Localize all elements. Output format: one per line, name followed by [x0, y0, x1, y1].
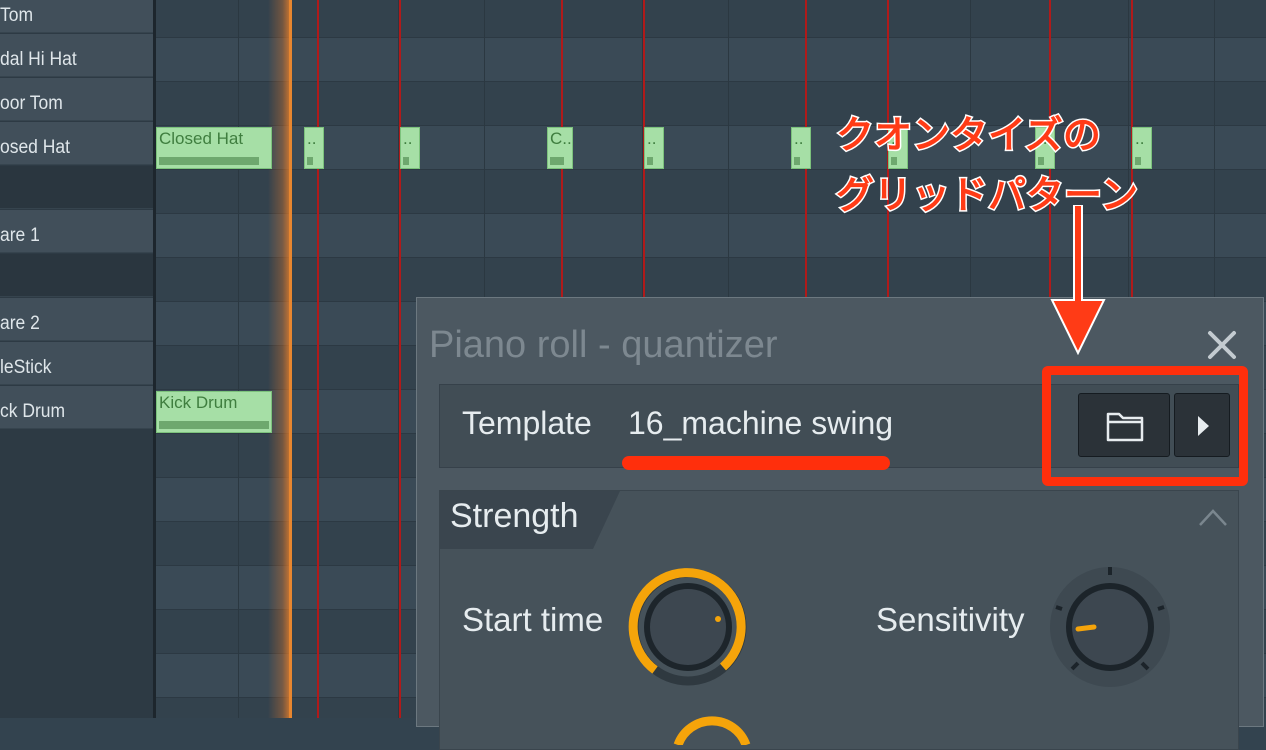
note-closed-hat[interactable]: .. — [791, 127, 811, 169]
sensitivity-knob[interactable] — [1048, 565, 1172, 689]
note-closed-hat[interactable]: .. — [644, 127, 664, 169]
start-time-label: Start time — [462, 601, 604, 638]
key-label: oor Tom — [0, 93, 63, 114]
grid-row — [156, 38, 1266, 82]
note-label: Closed Hat — [159, 129, 244, 148]
key-row[interactable]: Tom — [0, 0, 154, 33]
grid-row — [156, 0, 1266, 38]
note-closed-hat[interactable]: Closed Hat — [156, 127, 272, 169]
note-label: Kick Drum — [159, 393, 238, 412]
start-time-knob[interactable] — [628, 567, 748, 687]
annotation-arrow-icon — [1050, 205, 1106, 355]
key-label: osed Hat — [0, 137, 70, 158]
key-row[interactable]: are 2 — [0, 298, 154, 341]
annotation-line: クオンタイズの — [834, 114, 1102, 159]
note-closed-hat[interactable]: C.. — [547, 127, 573, 169]
quantize-grid-line — [317, 0, 319, 718]
chevron-up-icon[interactable] — [1198, 507, 1228, 527]
sensitivity-label: Sensitivity — [876, 601, 1025, 638]
note-closed-hat[interactable]: .. — [304, 127, 324, 169]
note-velocity — [159, 157, 259, 165]
key-row[interactable]: osed Hat — [0, 122, 154, 165]
instrument-key-list: Tom dal Hi Hat oor Tom osed Hat are 1 ar… — [0, 0, 154, 718]
note-velocity — [159, 421, 269, 429]
note-closed-hat[interactable]: .. — [400, 127, 420, 169]
key-row[interactable]: leStick — [0, 342, 154, 385]
key-label: are 2 — [0, 313, 40, 334]
note-velocity — [794, 157, 800, 165]
key-label: ck Drum — [0, 401, 66, 422]
strength-panel: Strength Start time Sensitivity — [439, 490, 1239, 750]
note-kick-drum[interactable]: Kick Drum — [156, 391, 272, 433]
key-row[interactable]: are 1 — [0, 210, 154, 253]
quantize-grid-line — [399, 0, 401, 718]
template-value[interactable]: 16_machine swing — [628, 405, 893, 442]
key-row[interactable]: ck Drum — [0, 386, 154, 429]
close-icon[interactable] — [1205, 328, 1239, 362]
note-velocity — [647, 157, 653, 165]
template-label: Template — [462, 405, 592, 441]
quantizer-dialog: Piano roll - quantizer Template 16_machi… — [416, 297, 1264, 750]
playhead[interactable] — [289, 0, 292, 718]
note-velocity — [550, 157, 564, 165]
note-label: C.. — [550, 129, 572, 148]
key-label: dal Hi Hat — [0, 49, 77, 70]
note-velocity — [307, 157, 313, 165]
annotation-highlight-box — [1042, 366, 1248, 486]
annotation-underline — [622, 456, 890, 470]
note-label: .. — [403, 129, 413, 148]
strength-label: Strength — [450, 497, 579, 535]
key-label: Tom — [0, 5, 34, 26]
key-label: are 1 — [0, 225, 40, 246]
key-row[interactable]: oor Tom — [0, 78, 154, 121]
note-label: .. — [647, 129, 657, 148]
note-label: .. — [794, 129, 804, 148]
knob-partial[interactable] — [672, 705, 752, 745]
beat-line — [238, 0, 239, 718]
key-row[interactable]: dal Hi Hat — [0, 34, 154, 77]
note-label: .. — [307, 129, 317, 148]
key-row[interactable] — [0, 254, 154, 297]
dialog-title: Piano roll - quantizer — [429, 324, 778, 366]
note-velocity — [403, 157, 409, 165]
key-label: leStick — [0, 357, 52, 378]
key-row[interactable] — [0, 166, 154, 209]
